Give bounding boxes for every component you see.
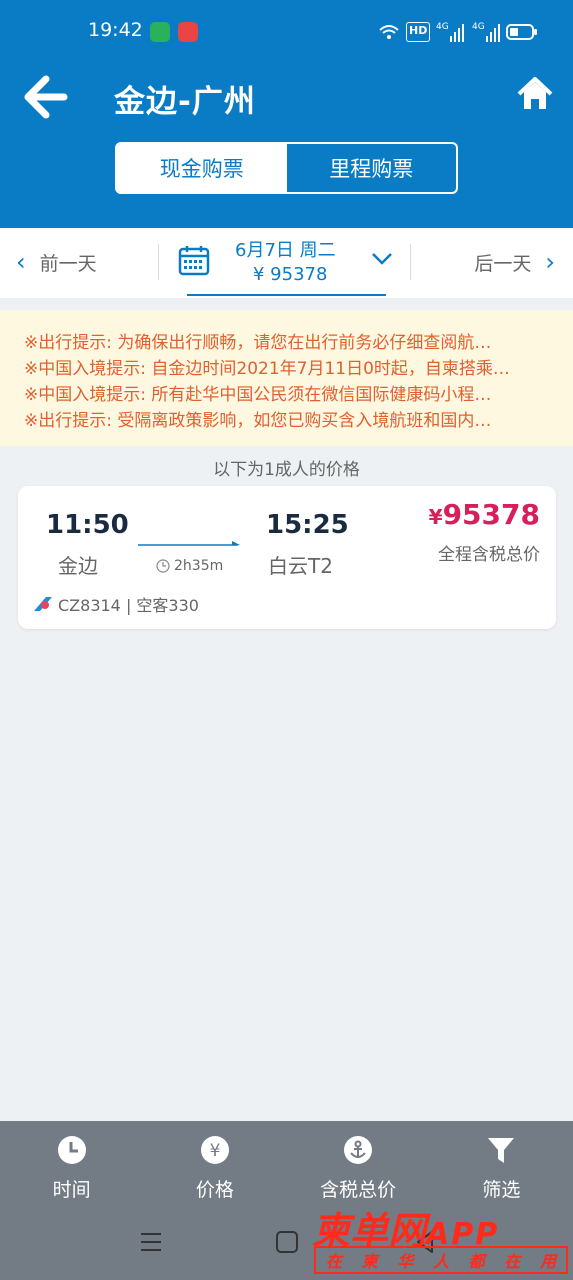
currency-symbol: ¥ — [428, 505, 443, 529]
calendar-icon — [178, 246, 210, 276]
svg-text:¥: ¥ — [209, 1141, 220, 1161]
arrival-airport: 白云T2 — [268, 554, 333, 578]
chevron-down-icon — [372, 253, 392, 265]
travel-notice-panel[interactable]: ※出行提示: 为确保出行顺畅，请您在出行前务必仔细查阅航… ※中国入境提示: 自… — [0, 310, 573, 446]
menu-icon[interactable] — [136, 1227, 166, 1257]
flight-price: ¥95378 — [429, 498, 540, 531]
date-selector-bar: ‹ 前一天 6月7日 周二 ¥ 95378 后一天 › — [0, 228, 573, 298]
status-bar: 19:42 HD 4G 4G — [0, 0, 573, 60]
filter-button[interactable]: 筛选 — [430, 1121, 573, 1205]
price-basis-note: 以下为1成人的价格 — [213, 460, 360, 480]
sort-by-price-button[interactable]: ¥ 价格 — [143, 1121, 286, 1205]
network-label-2: 4G — [472, 22, 485, 32]
divider — [158, 244, 159, 280]
slogan-char: 人 — [432, 1252, 449, 1271]
flight-duration: 2h35m — [156, 558, 223, 574]
sort-by-time-button[interactable]: 时间 — [0, 1121, 143, 1205]
price-amount: 95378 — [442, 498, 540, 531]
prev-day-label: 前一天 — [39, 252, 97, 275]
notice-item[interactable]: ※中国入境提示: 所有赴华中国公民须在微信国际健康码小程… — [24, 382, 549, 408]
next-day-label: 后一天 — [474, 252, 532, 275]
clock-icon — [57, 1136, 86, 1164]
slogan-char: 柬 — [361, 1252, 378, 1271]
date-lowest-price: ¥ 95378 — [253, 264, 328, 285]
chevron-right-icon: › — [545, 248, 555, 276]
arrival-time: 15:25 — [266, 510, 349, 540]
signal-icon — [450, 24, 464, 42]
tool-label: 时间 — [52, 1179, 91, 1201]
anchor-icon — [344, 1136, 373, 1164]
page-title: 金边-广州 — [114, 84, 256, 120]
slogan-char: 都 — [468, 1252, 485, 1271]
slogan-char: 在 — [504, 1252, 521, 1271]
departure-time: 11:50 — [46, 510, 129, 540]
network-label: 4G — [436, 22, 449, 32]
status-time: 19:42 — [88, 19, 143, 41]
duration-text: 2h35m — [174, 558, 224, 574]
wifi-icon — [379, 25, 399, 39]
watermark-slogan: 在 柬 华 人 都 在 用 — [314, 1246, 568, 1274]
divider — [410, 244, 411, 280]
slogan-char: 用 — [540, 1252, 557, 1271]
notification-video-icon — [178, 22, 198, 42]
airline-info: CZ8314 | 空客330 — [32, 592, 199, 616]
home-square-icon[interactable] — [272, 1227, 302, 1257]
header: 金边-广州 现金购票 里程购票 — [0, 60, 573, 228]
purchase-type-tabs: 现金购票 里程购票 — [115, 142, 458, 194]
date-picker[interactable]: 6月7日 周二 ¥ 95378 — [178, 228, 392, 296]
total-price-button[interactable]: 含税总价 — [287, 1121, 430, 1205]
airline-logo-icon — [34, 597, 52, 611]
flight-card[interactable]: 11:50 金边 2h35m 15:25 白云T2 ¥95378 全程含税总价 … — [18, 486, 556, 629]
flight-number-aircraft: CZ8314 | 空客330 — [58, 596, 199, 615]
signal-icon-2 — [486, 24, 500, 42]
tab-miles-purchase[interactable]: 里程购票 — [287, 144, 457, 192]
route-arrow-icon — [138, 541, 240, 546]
tool-label: 价格 — [195, 1179, 234, 1201]
tool-label: 含税总价 — [320, 1179, 397, 1201]
notice-item[interactable]: ※中国入境提示: 自金边时间2021年7月11日0时起，自柬搭乘… — [24, 356, 549, 382]
slogan-char: 华 — [397, 1252, 414, 1271]
back-arrow-icon[interactable] — [22, 74, 72, 120]
clock-icon — [156, 559, 170, 573]
prev-day-button[interactable]: ‹ 前一天 — [16, 248, 97, 276]
bottom-toolbar: 时间 ¥ 价格 含税总价 筛选 — [0, 1121, 573, 1205]
tab-cash-purchase[interactable]: 现金购票 — [117, 144, 287, 192]
home-icon[interactable] — [517, 76, 553, 112]
chevron-left-icon: ‹ — [16, 248, 26, 276]
yen-icon: ¥ — [200, 1136, 229, 1164]
battery-icon — [506, 24, 537, 40]
slogan-char: 在 — [325, 1252, 342, 1271]
notification-app-icon — [150, 22, 170, 42]
next-day-button[interactable]: 后一天 › — [474, 248, 555, 276]
price-description: 全程含税总价 — [438, 545, 540, 565]
selected-date: 6月7日 周二 — [235, 240, 336, 261]
notice-item[interactable]: ※出行提示: 为确保出行顺畅，请您在出行前务必仔细查阅航… — [24, 330, 549, 356]
departure-airport: 金边 — [58, 554, 98, 578]
hd-badge: HD — [406, 22, 431, 42]
watermark-logo: 柬单网APP 在 柬 华 人 都 在 用 — [312, 1200, 570, 1278]
filter-icon — [488, 1138, 515, 1163]
notice-item[interactable]: ※出行提示: 受隔离政策影响，如您已购买含入境航班和国内… — [24, 408, 549, 434]
tool-label: 筛选 — [482, 1179, 521, 1201]
